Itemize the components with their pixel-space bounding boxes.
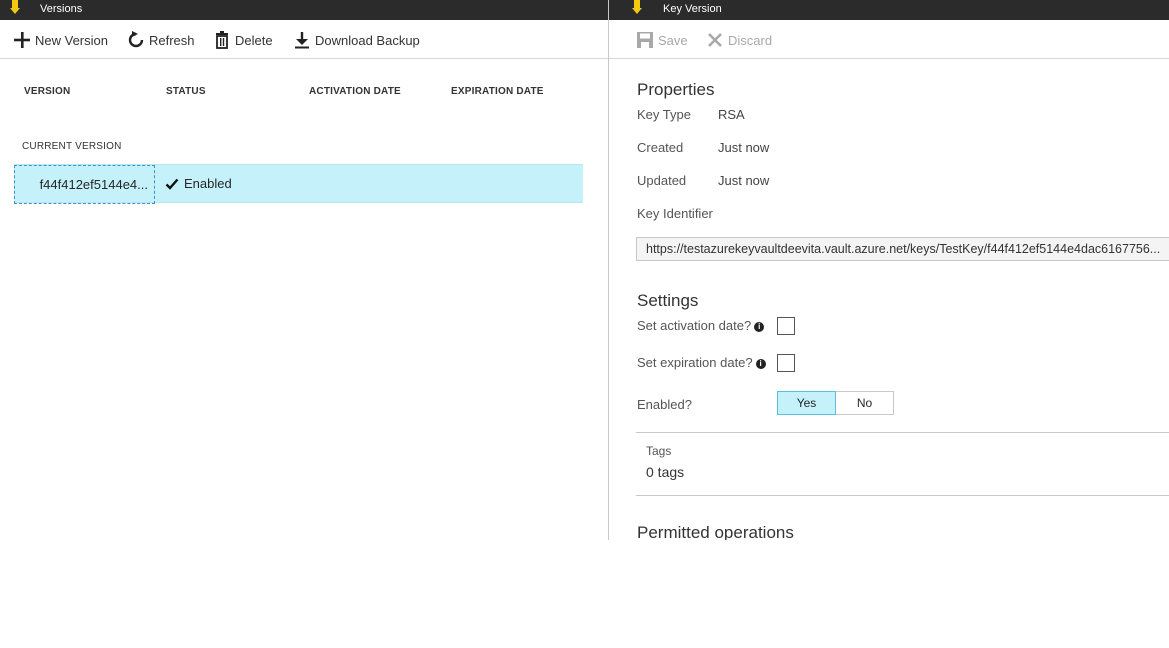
- plus-icon: [12, 30, 32, 50]
- status-cell: Enabled: [165, 165, 232, 202]
- settings-heading: Settings: [637, 291, 699, 310]
- created-value: Just now: [718, 140, 770, 155]
- new-version-button[interactable]: New Version: [12, 30, 108, 50]
- close-icon: [705, 30, 725, 50]
- table-row[interactable]: f44f412ef5144e4... Enabled: [14, 164, 583, 204]
- divider: [636, 432, 1169, 433]
- activation-date-label: Set activation date? i: [637, 318, 765, 333]
- info-icon[interactable]: i: [754, 322, 765, 332]
- permitted-operations-heading: Permitted operations: [637, 523, 794, 540]
- key-type-value: RSA: [718, 107, 745, 122]
- column-header-activation-date[interactable]: ACTIVATION DATE: [309, 86, 401, 97]
- enabled-toggle: Yes No: [777, 391, 894, 415]
- checkmark-icon: [165, 178, 179, 190]
- column-header-status[interactable]: STATUS: [166, 86, 206, 97]
- key-version-toolbar: Save Discard: [609, 20, 1169, 59]
- save-label: Save: [658, 32, 688, 48]
- pin-icon[interactable]: [632, 0, 642, 14]
- properties-heading: Properties: [637, 80, 715, 99]
- version-cell[interactable]: f44f412ef5144e4...: [14, 165, 155, 204]
- created-label: Created: [637, 140, 684, 155]
- refresh-icon: [126, 30, 146, 50]
- discard-button[interactable]: Discard: [705, 30, 772, 50]
- delete-button[interactable]: Delete: [212, 30, 273, 50]
- versions-titlebar: Versions: [0, 0, 608, 20]
- save-button[interactable]: Save: [635, 30, 688, 50]
- trash-icon: [212, 30, 232, 50]
- save-icon: [635, 30, 655, 50]
- key-identifier-field[interactable]: https://testazurekeyvaultdeevita.vault.a…: [636, 237, 1169, 261]
- refresh-button[interactable]: Refresh: [126, 30, 195, 50]
- info-icon[interactable]: i: [755, 359, 766, 369]
- divider: [636, 495, 1169, 496]
- download-backup-button[interactable]: Download Backup: [292, 30, 420, 50]
- versions-toolbar: New Version Refresh Delete Download Back…: [0, 20, 608, 59]
- pin-icon[interactable]: [10, 0, 20, 14]
- enabled-yes-option[interactable]: Yes: [777, 391, 836, 415]
- expiration-date-label: Set expiration date? i: [637, 355, 766, 370]
- download-icon: [292, 30, 312, 50]
- column-header-version[interactable]: VERSION: [24, 86, 70, 97]
- column-header-expiration-date[interactable]: EXPIRATION DATE: [451, 86, 544, 97]
- new-version-label: New Version: [35, 32, 108, 48]
- group-header-current-version: CURRENT VERSION: [22, 141, 122, 152]
- delete-label: Delete: [235, 32, 273, 48]
- tags-link[interactable]: 0 tags: [646, 464, 684, 480]
- download-backup-label: Download Backup: [315, 32, 420, 48]
- blade-title: Key Version: [663, 3, 722, 15]
- versions-blade: Versions New Version Refresh Delete Down…: [0, 0, 609, 540]
- key-type-label: Key Type: [637, 107, 691, 122]
- status-text: Enabled: [184, 176, 232, 191]
- updated-label: Updated: [637, 173, 687, 188]
- enabled-no-option[interactable]: No: [836, 392, 893, 414]
- key-version-blade: Key Version Save Discard Properties Key …: [609, 0, 1169, 540]
- tags-label: Tags: [646, 444, 672, 458]
- discard-label: Discard: [728, 32, 773, 48]
- blade-title: Versions: [40, 3, 83, 15]
- activation-date-checkbox[interactable]: [777, 317, 795, 335]
- key-version-titlebar: Key Version: [609, 0, 1169, 20]
- expiration-date-checkbox[interactable]: [777, 354, 795, 372]
- refresh-label: Refresh: [149, 32, 195, 48]
- enabled-label: Enabled?: [637, 397, 692, 412]
- key-identifier-label: Key Identifier: [637, 206, 713, 221]
- updated-value: Just now: [718, 173, 770, 188]
